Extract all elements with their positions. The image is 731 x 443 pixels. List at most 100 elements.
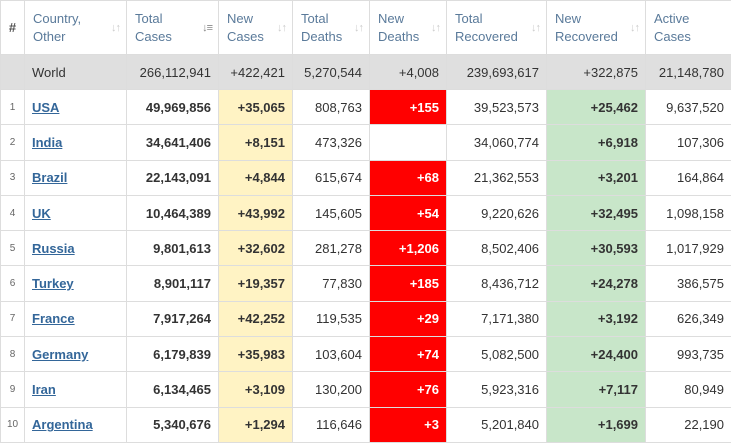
col-header-total-recovered-line2: Recovered bbox=[455, 28, 538, 46]
country-link[interactable]: Brazil bbox=[32, 170, 67, 185]
total-recovered-cell: 7,171,380 bbox=[447, 301, 547, 336]
new-deaths-cell: +29 bbox=[370, 301, 447, 336]
total-recovered-cell: 5,923,316 bbox=[447, 372, 547, 407]
country-link: USA bbox=[25, 90, 127, 125]
country-link[interactable]: Germany bbox=[32, 347, 88, 362]
sort-desc-icon[interactable]: ↓≡ bbox=[202, 22, 212, 34]
new-cases-cell: +35,065 bbox=[219, 90, 293, 125]
total-deaths-cell: 281,278 bbox=[293, 231, 370, 266]
total-recovered-cell: 8,436,712 bbox=[447, 266, 547, 301]
total-deaths-cell: 130,200 bbox=[293, 372, 370, 407]
total-deaths-cell: 116,646 bbox=[293, 407, 370, 442]
col-header-active-cases-line2: Cases bbox=[654, 28, 723, 46]
world-label: World bbox=[25, 55, 127, 90]
new-recovered-cell: +7,117 bbox=[547, 372, 646, 407]
col-header-new-recovered[interactable]: New Recovered ↓↑ bbox=[547, 1, 646, 55]
total-deaths-cell: 77,830 bbox=[293, 266, 370, 301]
total-cases-cell: 49,969,856 bbox=[127, 90, 219, 125]
row-rank: 9 bbox=[1, 372, 25, 407]
new-deaths-cell: +74 bbox=[370, 337, 447, 372]
new-cases-cell: +43,992 bbox=[219, 195, 293, 230]
world-rank bbox=[1, 55, 25, 90]
active-cases-cell: 80,949 bbox=[646, 372, 731, 407]
active-cases-cell: 386,575 bbox=[646, 266, 731, 301]
total-recovered-cell: 9,220,626 bbox=[447, 195, 547, 230]
total-deaths-cell: 473,326 bbox=[293, 125, 370, 160]
total-deaths-cell: 103,604 bbox=[293, 337, 370, 372]
sort-icon[interactable]: ↓↑ bbox=[431, 22, 440, 34]
country-link[interactable]: France bbox=[32, 311, 75, 326]
col-header-country-line1: Country, bbox=[33, 10, 118, 28]
row-rank: 8 bbox=[1, 337, 25, 372]
col-header-new-deaths[interactable]: New Deaths ↓↑ bbox=[370, 1, 447, 55]
col-header-total-cases-line1: Total bbox=[135, 10, 210, 28]
new-recovered-cell: +24,400 bbox=[547, 337, 646, 372]
new-deaths-cell: +1,206 bbox=[370, 231, 447, 266]
country-link[interactable]: USA bbox=[32, 100, 59, 115]
col-header-total-deaths[interactable]: Total Deaths ↓↑ bbox=[293, 1, 370, 55]
active-cases-cell: 107,306 bbox=[646, 125, 731, 160]
col-header-country-line2: Other bbox=[33, 28, 118, 46]
new-deaths-cell: +185 bbox=[370, 266, 447, 301]
table-row: 1USA49,969,856+35,065808,763+15539,523,5… bbox=[1, 90, 731, 125]
country-link[interactable]: India bbox=[32, 135, 62, 150]
new-cases-cell: +35,983 bbox=[219, 337, 293, 372]
sort-icon[interactable]: ↓↑ bbox=[630, 22, 639, 34]
row-rank: 4 bbox=[1, 195, 25, 230]
table-row: 10Argentina5,340,676+1,294116,646+35,201… bbox=[1, 407, 731, 442]
col-header-rank[interactable]: # bbox=[1, 1, 25, 55]
total-cases-cell: 22,143,091 bbox=[127, 160, 219, 195]
total-deaths-cell: 808,763 bbox=[293, 90, 370, 125]
sort-icon[interactable]: ↓↑ bbox=[354, 22, 363, 34]
world-new-cases: +422,421 bbox=[219, 55, 293, 90]
table-row: 7France7,917,264+42,252119,535+297,171,3… bbox=[1, 301, 731, 336]
country-link: UK bbox=[25, 195, 127, 230]
world-new-deaths: +4,008 bbox=[370, 55, 447, 90]
country-link[interactable]: Turkey bbox=[32, 276, 74, 291]
sort-icon[interactable]: ↓↑ bbox=[111, 22, 120, 34]
total-cases-cell: 8,901,117 bbox=[127, 266, 219, 301]
total-cases-cell: 6,179,839 bbox=[127, 337, 219, 372]
new-cases-cell: +4,844 bbox=[219, 160, 293, 195]
new-cases-cell: +8,151 bbox=[219, 125, 293, 160]
col-header-new-cases-line1: New bbox=[227, 10, 284, 28]
active-cases-cell: 1,098,158 bbox=[646, 195, 731, 230]
row-rank: 3 bbox=[1, 160, 25, 195]
col-header-new-recovered-line1: New bbox=[555, 10, 637, 28]
new-deaths-cell bbox=[370, 125, 447, 160]
new-recovered-cell: +24,278 bbox=[547, 266, 646, 301]
col-header-total-recovered-line1: Total bbox=[455, 10, 538, 28]
country-link[interactable]: Russia bbox=[32, 241, 75, 256]
col-header-country[interactable]: Country, Other ↓↑ bbox=[25, 1, 127, 55]
table-row: 4UK10,464,389+43,992145,605+549,220,626+… bbox=[1, 195, 731, 230]
col-header-total-cases[interactable]: Total Cases ↓≡ bbox=[127, 1, 219, 55]
col-header-total-deaths-line2: Deaths bbox=[301, 28, 361, 46]
col-header-total-recovered[interactable]: Total Recovered ↓↑ bbox=[447, 1, 547, 55]
total-recovered-cell: 8,502,406 bbox=[447, 231, 547, 266]
total-recovered-cell: 5,201,840 bbox=[447, 407, 547, 442]
country-link[interactable]: Iran bbox=[32, 382, 56, 397]
country-link[interactable]: Argentina bbox=[32, 417, 93, 432]
country-rows: 1USA49,969,856+35,065808,763+15539,523,5… bbox=[1, 90, 731, 443]
new-cases-cell: +3,109 bbox=[219, 372, 293, 407]
country-link[interactable]: UK bbox=[32, 206, 51, 221]
header-row: # Country, Other ↓↑ Total Cases ↓≡ New C… bbox=[1, 1, 731, 55]
table-row: 6Turkey8,901,117+19,35777,830+1858,436,7… bbox=[1, 266, 731, 301]
sort-icon[interactable]: ↓↑ bbox=[531, 22, 540, 34]
new-deaths-cell: +76 bbox=[370, 372, 447, 407]
world-row: World 266,112,941 +422,421 5,270,544 +4,… bbox=[1, 55, 731, 90]
table-row: 2India34,641,406+8,151473,32634,060,774+… bbox=[1, 125, 731, 160]
total-cases-cell: 6,134,465 bbox=[127, 372, 219, 407]
total-deaths-cell: 145,605 bbox=[293, 195, 370, 230]
col-header-active-cases[interactable]: Active Cases bbox=[646, 1, 731, 55]
col-header-active-cases-line1: Active bbox=[654, 10, 723, 28]
total-recovered-cell: 21,362,553 bbox=[447, 160, 547, 195]
active-cases-cell: 9,637,520 bbox=[646, 90, 731, 125]
row-rank: 2 bbox=[1, 125, 25, 160]
new-recovered-cell: +1,699 bbox=[547, 407, 646, 442]
new-cases-cell: +1,294 bbox=[219, 407, 293, 442]
sort-icon[interactable]: ↓↑ bbox=[277, 22, 286, 34]
col-header-new-cases-line2: Cases bbox=[227, 28, 284, 46]
col-header-new-cases[interactable]: New Cases ↓↑ bbox=[219, 1, 293, 55]
col-header-new-deaths-line1: New bbox=[378, 10, 438, 28]
